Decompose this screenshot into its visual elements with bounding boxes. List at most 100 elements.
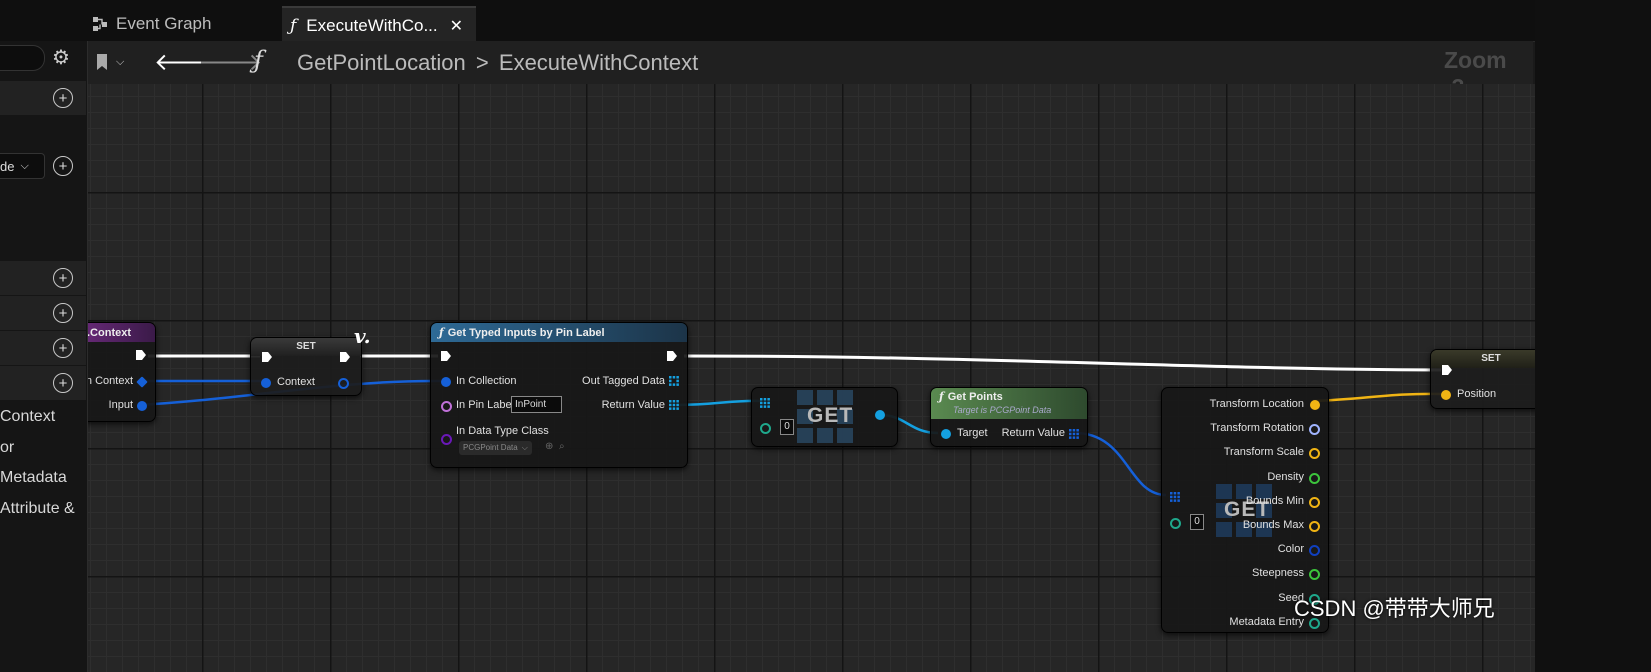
- function-entry-node[interactable]: .Context In Context Input: [88, 322, 156, 422]
- pin-label: In Collection: [456, 375, 517, 387]
- pin-label: Density: [1267, 470, 1304, 483]
- pin-label: Out Tagged Data: [582, 375, 665, 387]
- variable-item[interactable]: Metadata: [0, 469, 67, 487]
- pin-label: Bounds Max: [1242, 519, 1304, 531]
- out-tagged-data-pin[interactable]: [669, 376, 679, 386]
- context-in-pin[interactable]: [261, 378, 271, 388]
- breadcrumb-parent[interactable]: GetPointLocation: [297, 50, 466, 75]
- node-title: .Context: [88, 323, 155, 342]
- chevron-down-icon: ⌵: [20, 159, 29, 172]
- in-collection-pin[interactable]: [441, 377, 451, 387]
- array-get-node[interactable]: GET 0: [751, 387, 898, 447]
- close-icon[interactable]: ✕: [450, 16, 463, 36]
- index-pin[interactable]: [1170, 518, 1181, 529]
- position-in-pin[interactable]: [1441, 390, 1451, 400]
- index-pin[interactable]: [760, 423, 771, 434]
- struct-out-pin[interactable]: [1309, 448, 1320, 460]
- data-type-class-select[interactable]: PCGPoint Data ⌵: [459, 441, 532, 455]
- section-header[interactable]: +: [0, 81, 86, 116]
- variable-item[interactable]: Context: [0, 408, 55, 426]
- item-out-pin[interactable]: [875, 410, 885, 420]
- get-typed-inputs-node[interactable]: ƒ Get Typed Inputs by Pin Label In Colle…: [430, 322, 688, 468]
- gear-icon[interactable]: ⚙: [52, 45, 70, 70]
- return-value-pin[interactable]: [669, 400, 679, 410]
- pin-label: Transform Scale: [1223, 446, 1304, 459]
- return-value-pin[interactable]: [1069, 429, 1079, 439]
- index-input[interactable]: 0: [1190, 514, 1204, 530]
- struct-out-pin[interactable]: [1309, 545, 1320, 557]
- struct-out-pin[interactable]: [1310, 400, 1320, 410]
- node-subtitle: Target is PCGPoint Data: [953, 405, 1052, 415]
- context-out-pin[interactable]: [338, 378, 349, 389]
- section-header[interactable]: +: [0, 296, 86, 331]
- tab-bar: Event Graph ƒ ExecuteWithCo... ✕: [0, 0, 1651, 43]
- section-header[interactable]: +: [0, 331, 86, 366]
- node-header: ƒ Get Points Target is PCGPoint Data: [931, 388, 1087, 419]
- context-pin[interactable]: [136, 376, 148, 388]
- index-input[interactable]: 0: [780, 419, 794, 435]
- add-icon[interactable]: +: [53, 338, 73, 358]
- bookmark-icon[interactable]: ⌵: [96, 51, 136, 73]
- variable-item[interactable]: Attribute &: [0, 500, 75, 518]
- my-blueprint-panel: ⚙ + de ⌵ + + + + + Context or Metadata A…: [0, 41, 88, 672]
- exec-out-pin[interactable]: [339, 351, 351, 363]
- get-points-node[interactable]: ƒ Get Points Target is PCGPoint Data Targ…: [930, 387, 1088, 447]
- location-wire: [1312, 392, 1444, 403]
- variable-item[interactable]: or: [0, 439, 14, 457]
- struct-out-pin[interactable]: [1309, 424, 1320, 436]
- section-header[interactable]: +: [0, 261, 86, 296]
- in-data-type-class-pin[interactable]: [441, 434, 452, 445]
- view-dropdown[interactable]: de ⌵: [0, 153, 45, 179]
- search-input[interactable]: [0, 45, 45, 71]
- exec-in-pin[interactable]: [261, 351, 273, 363]
- tab-execute-with-context[interactable]: ƒ ExecuteWithCo... ✕: [282, 6, 476, 43]
- target-pin[interactable]: [941, 429, 951, 439]
- graph-canvas[interactable]: .Context In Context Input SET Context v.…: [88, 84, 1535, 672]
- in-pin-label-pin[interactable]: [441, 401, 452, 412]
- array-in-pin[interactable]: [760, 398, 770, 408]
- chevron-down-icon: ⌵: [521, 443, 528, 452]
- function-icon: ƒ: [439, 326, 444, 339]
- section-header-variables[interactable]: +: [0, 366, 86, 401]
- struct-out-pin[interactable]: [1309, 472, 1320, 484]
- variable-label: v.: [354, 324, 371, 348]
- get-label: GET: [807, 404, 854, 427]
- struct-out-pin[interactable]: [1309, 521, 1320, 532]
- event-graph-icon: [93, 16, 107, 31]
- pin-label: Context: [277, 376, 315, 388]
- search-icon[interactable]: ⌕: [559, 441, 565, 452]
- function-icon: ƒ: [290, 15, 297, 36]
- breadcrumb-separator: >: [475, 50, 489, 75]
- breadcrumb-current: ExecuteWithContext: [498, 50, 699, 75]
- tab-event-graph[interactable]: Event Graph: [92, 6, 272, 41]
- points-wire: [1074, 431, 1167, 497]
- breadcrumb: GetPointLocation > ExecuteWithContext: [297, 50, 698, 76]
- pin-label: Transform Location: [1209, 398, 1304, 410]
- exec-in-pin[interactable]: [440, 350, 452, 362]
- set-position-node[interactable]: SET Position: [1430, 349, 1535, 409]
- input-pin[interactable]: [137, 401, 147, 411]
- set-context-node[interactable]: SET Context: [250, 337, 362, 396]
- function-icon: ƒ: [939, 390, 944, 403]
- chevron-down-icon: ⌵: [116, 55, 125, 68]
- struct-out-pin[interactable]: [1309, 496, 1320, 508]
- function-icon: ƒ: [254, 46, 263, 74]
- exec-out-pin[interactable]: [135, 349, 147, 361]
- pin-label: Return Value: [1001, 427, 1065, 439]
- exec-in-pin[interactable]: [1441, 364, 1453, 376]
- right-side-strip: [1535, 0, 1651, 672]
- tab-label: Event Graph: [116, 13, 212, 33]
- add-icon[interactable]: +: [53, 88, 73, 108]
- add-icon[interactable]: +: [53, 156, 73, 176]
- forward-arrow-icon[interactable]: 🡒: [198, 47, 262, 77]
- array-in-pin[interactable]: [1170, 492, 1180, 502]
- browse-icon[interactable]: ⊕: [545, 441, 553, 452]
- add-icon[interactable]: +: [53, 303, 73, 323]
- add-icon[interactable]: +: [53, 373, 73, 393]
- watermark: CSDN @带带大师兄: [1294, 596, 1495, 621]
- node-title: Get Typed Inputs by Pin Label: [447, 326, 605, 339]
- struct-out-pin[interactable]: [1309, 569, 1320, 581]
- pin-label-input[interactable]: InPoint: [511, 396, 562, 413]
- add-icon[interactable]: +: [53, 268, 73, 288]
- exec-out-pin[interactable]: [666, 350, 678, 362]
